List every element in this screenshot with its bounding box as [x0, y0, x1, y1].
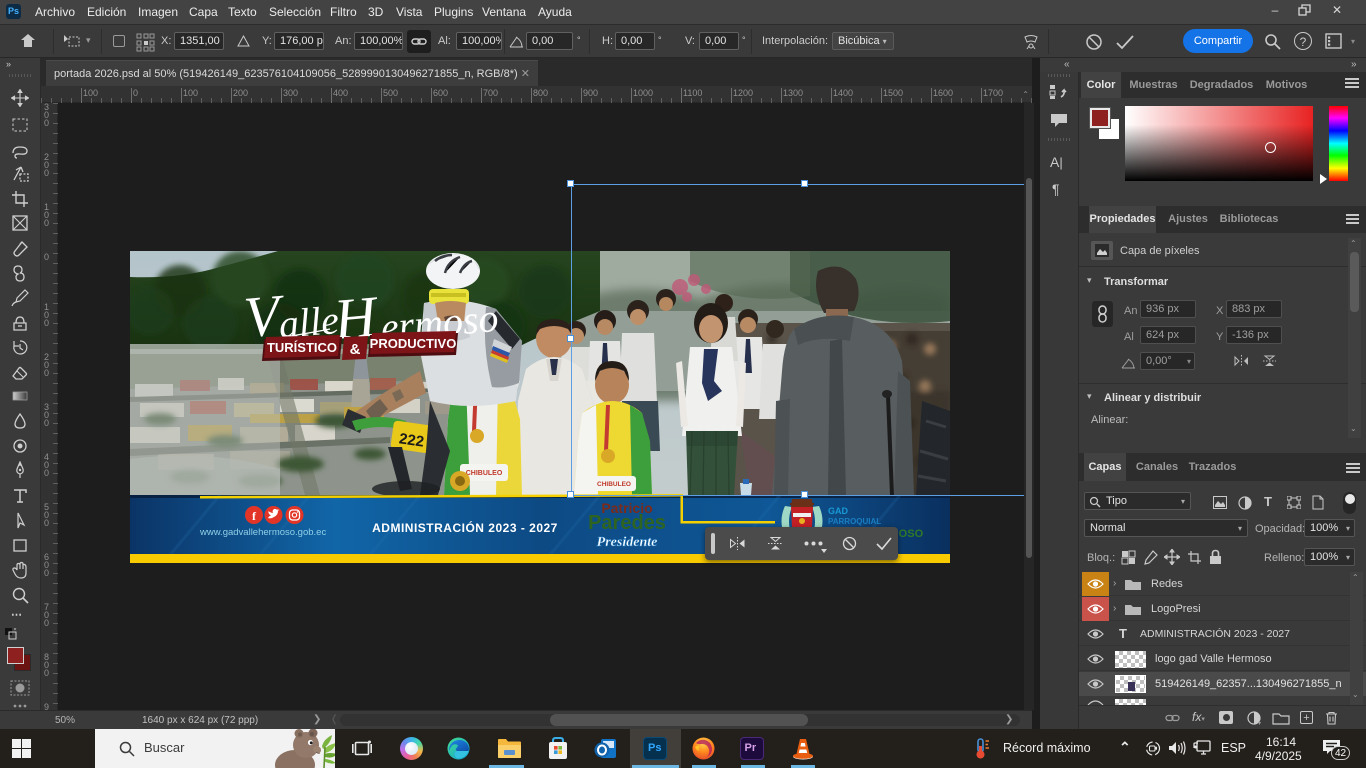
svg-text:CHIBULEO: CHIBULEO [597, 481, 631, 488]
svg-text:Presidente: Presidente [597, 535, 658, 550]
svg-text:&: & [350, 341, 361, 358]
svg-text:ADMINISTRACIÓN 2023 - 2027: ADMINISTRACIÓN 2023 - 2027 [372, 520, 558, 535]
svg-text:www.gadvallehermoso.gob.ec: www.gadvallehermoso.gob.ec [199, 527, 326, 538]
svg-text:Paredes: Paredes [588, 512, 666, 534]
svg-text:PARROQUIAL: PARROQUIAL [828, 517, 881, 526]
svg-text:▾: ▾ [1258, 721, 1261, 725]
svg-text:GAD: GAD [828, 506, 849, 516]
svg-text:PRODUCTIVO: PRODUCTIVO [370, 336, 457, 351]
svg-text:CHIBULEO: CHIBULEO [466, 470, 503, 477]
svg-text:TURÍSTICO: TURÍSTICO [267, 340, 337, 355]
